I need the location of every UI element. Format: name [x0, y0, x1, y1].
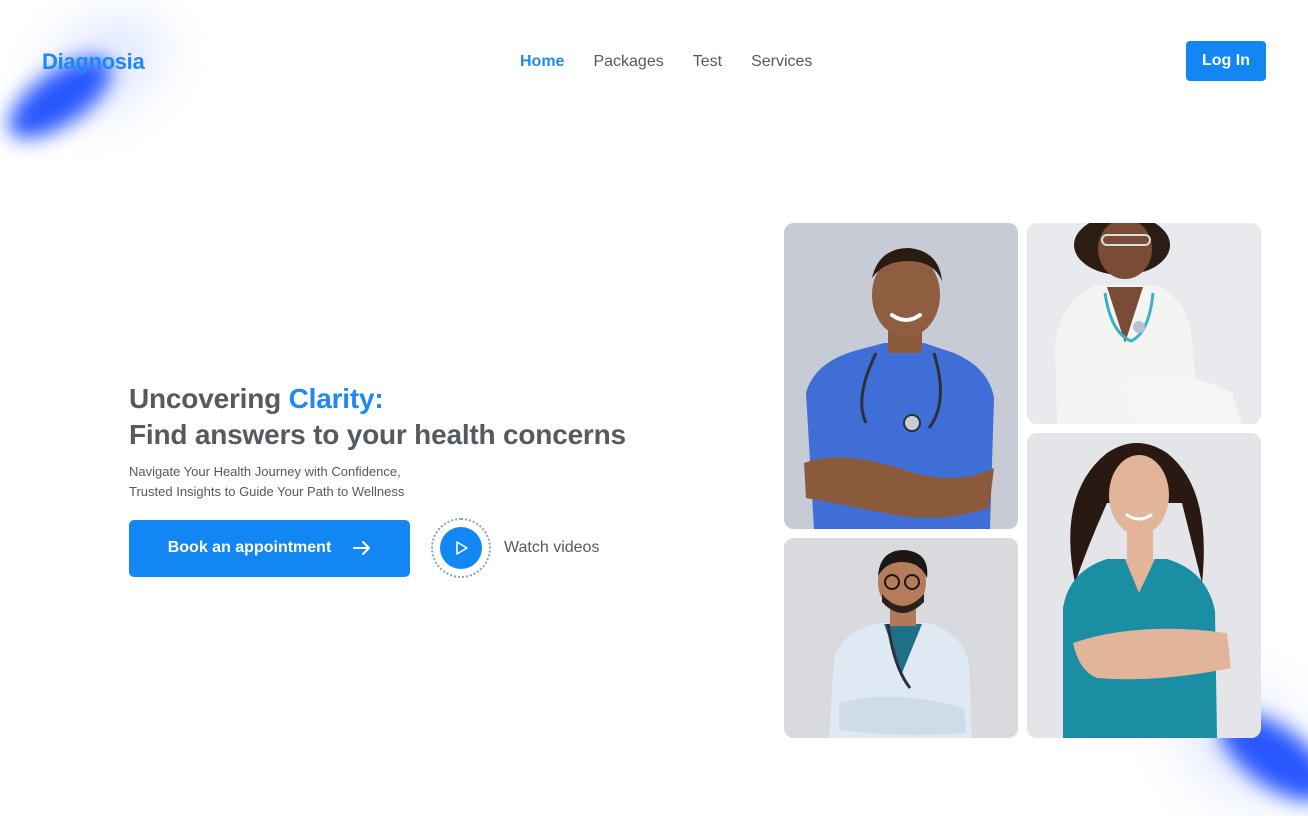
- headline-line2: Find answers to your health concerns: [129, 419, 626, 450]
- nav-item-test[interactable]: Test: [693, 53, 722, 71]
- hero-subtext: Navigate Your Health Journey with Confid…: [129, 462, 626, 502]
- watch-videos-link[interactable]: Watch videos: [504, 539, 599, 557]
- nav-item-home[interactable]: Home: [520, 53, 564, 71]
- play-icon: [440, 527, 482, 569]
- subtext-line2: Trusted Insights to Guide Your Path to W…: [129, 484, 405, 499]
- doctor-photo-lab-coat: [784, 538, 1018, 738]
- play-video-button[interactable]: [431, 518, 491, 578]
- login-button[interactable]: Log In: [1186, 41, 1266, 81]
- hero-text: Uncovering Clarity: Find answers to your…: [129, 381, 626, 502]
- main-nav: Home Packages Test Services: [520, 53, 812, 71]
- headline-prefix: Uncovering: [129, 383, 289, 414]
- landing-page: Diagnosia Home Packages Test Services Lo…: [0, 0, 1308, 816]
- logo[interactable]: Diagnosia: [42, 49, 145, 75]
- nav-item-packages[interactable]: Packages: [593, 53, 663, 71]
- doctor-photo-teal-scrubs: [1027, 433, 1261, 738]
- book-appointment-label: Book an appointment: [167, 539, 332, 556]
- book-appointment-button[interactable]: Book an appointment: [129, 519, 410, 577]
- cta-row: Book an appointment Watch videos: [129, 518, 599, 578]
- doctor-photo-blue-scrubs: [784, 223, 1018, 529]
- headline-accent: Clarity:: [288, 383, 384, 414]
- arrow-right-icon: [353, 540, 371, 556]
- subtext-line1: Navigate Your Health Journey with Confid…: [129, 464, 401, 479]
- nav-item-services[interactable]: Services: [751, 53, 812, 71]
- hero-headline: Uncovering Clarity: Find answers to your…: [129, 381, 626, 453]
- doctor-photo-white-suit: [1027, 223, 1261, 424]
